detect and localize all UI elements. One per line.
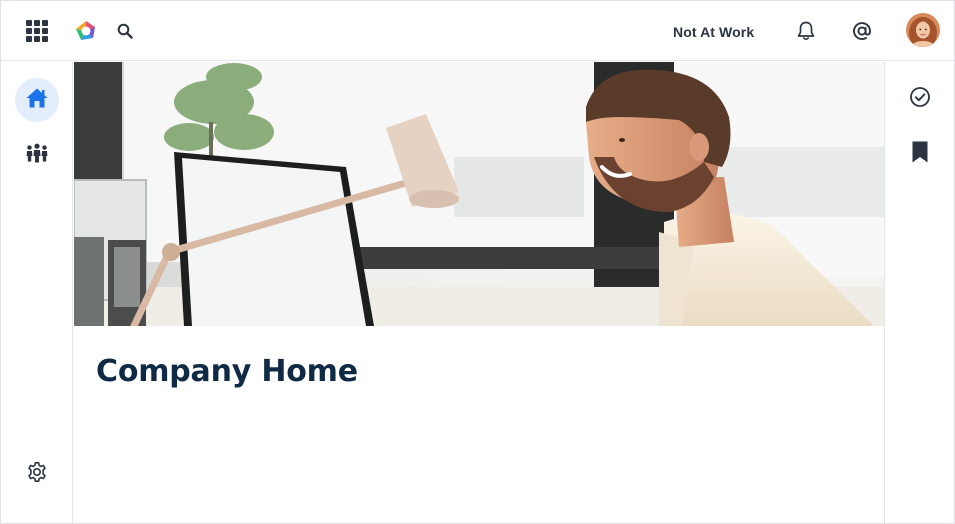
brand-logo[interactable] xyxy=(71,16,101,46)
apps-grid-icon[interactable] xyxy=(23,17,51,45)
avatar[interactable] xyxy=(906,13,940,47)
home-nav-button[interactable] xyxy=(15,78,59,122)
page-title: Company Home xyxy=(96,354,358,389)
tasks-button[interactable] xyxy=(905,84,935,114)
people-icon xyxy=(25,143,49,168)
top-bar: Not At Work xyxy=(1,1,954,61)
status-button[interactable]: Not At Work xyxy=(661,19,766,45)
hero-banner-image xyxy=(74,62,884,326)
check-circle-icon xyxy=(909,86,931,113)
bookmarks-button[interactable] xyxy=(905,139,935,169)
at-sign-icon[interactable] xyxy=(847,16,877,46)
gear-icon xyxy=(26,461,48,488)
people-nav-button[interactable] xyxy=(15,133,59,177)
main-content: Company Home xyxy=(74,62,884,523)
bell-icon[interactable] xyxy=(791,16,821,46)
settings-button[interactable] xyxy=(15,452,59,496)
home-icon xyxy=(25,87,49,114)
right-rail xyxy=(884,62,954,523)
bookmark-icon xyxy=(911,141,929,168)
left-navigation-rail xyxy=(1,62,73,523)
search-icon[interactable] xyxy=(113,19,137,43)
